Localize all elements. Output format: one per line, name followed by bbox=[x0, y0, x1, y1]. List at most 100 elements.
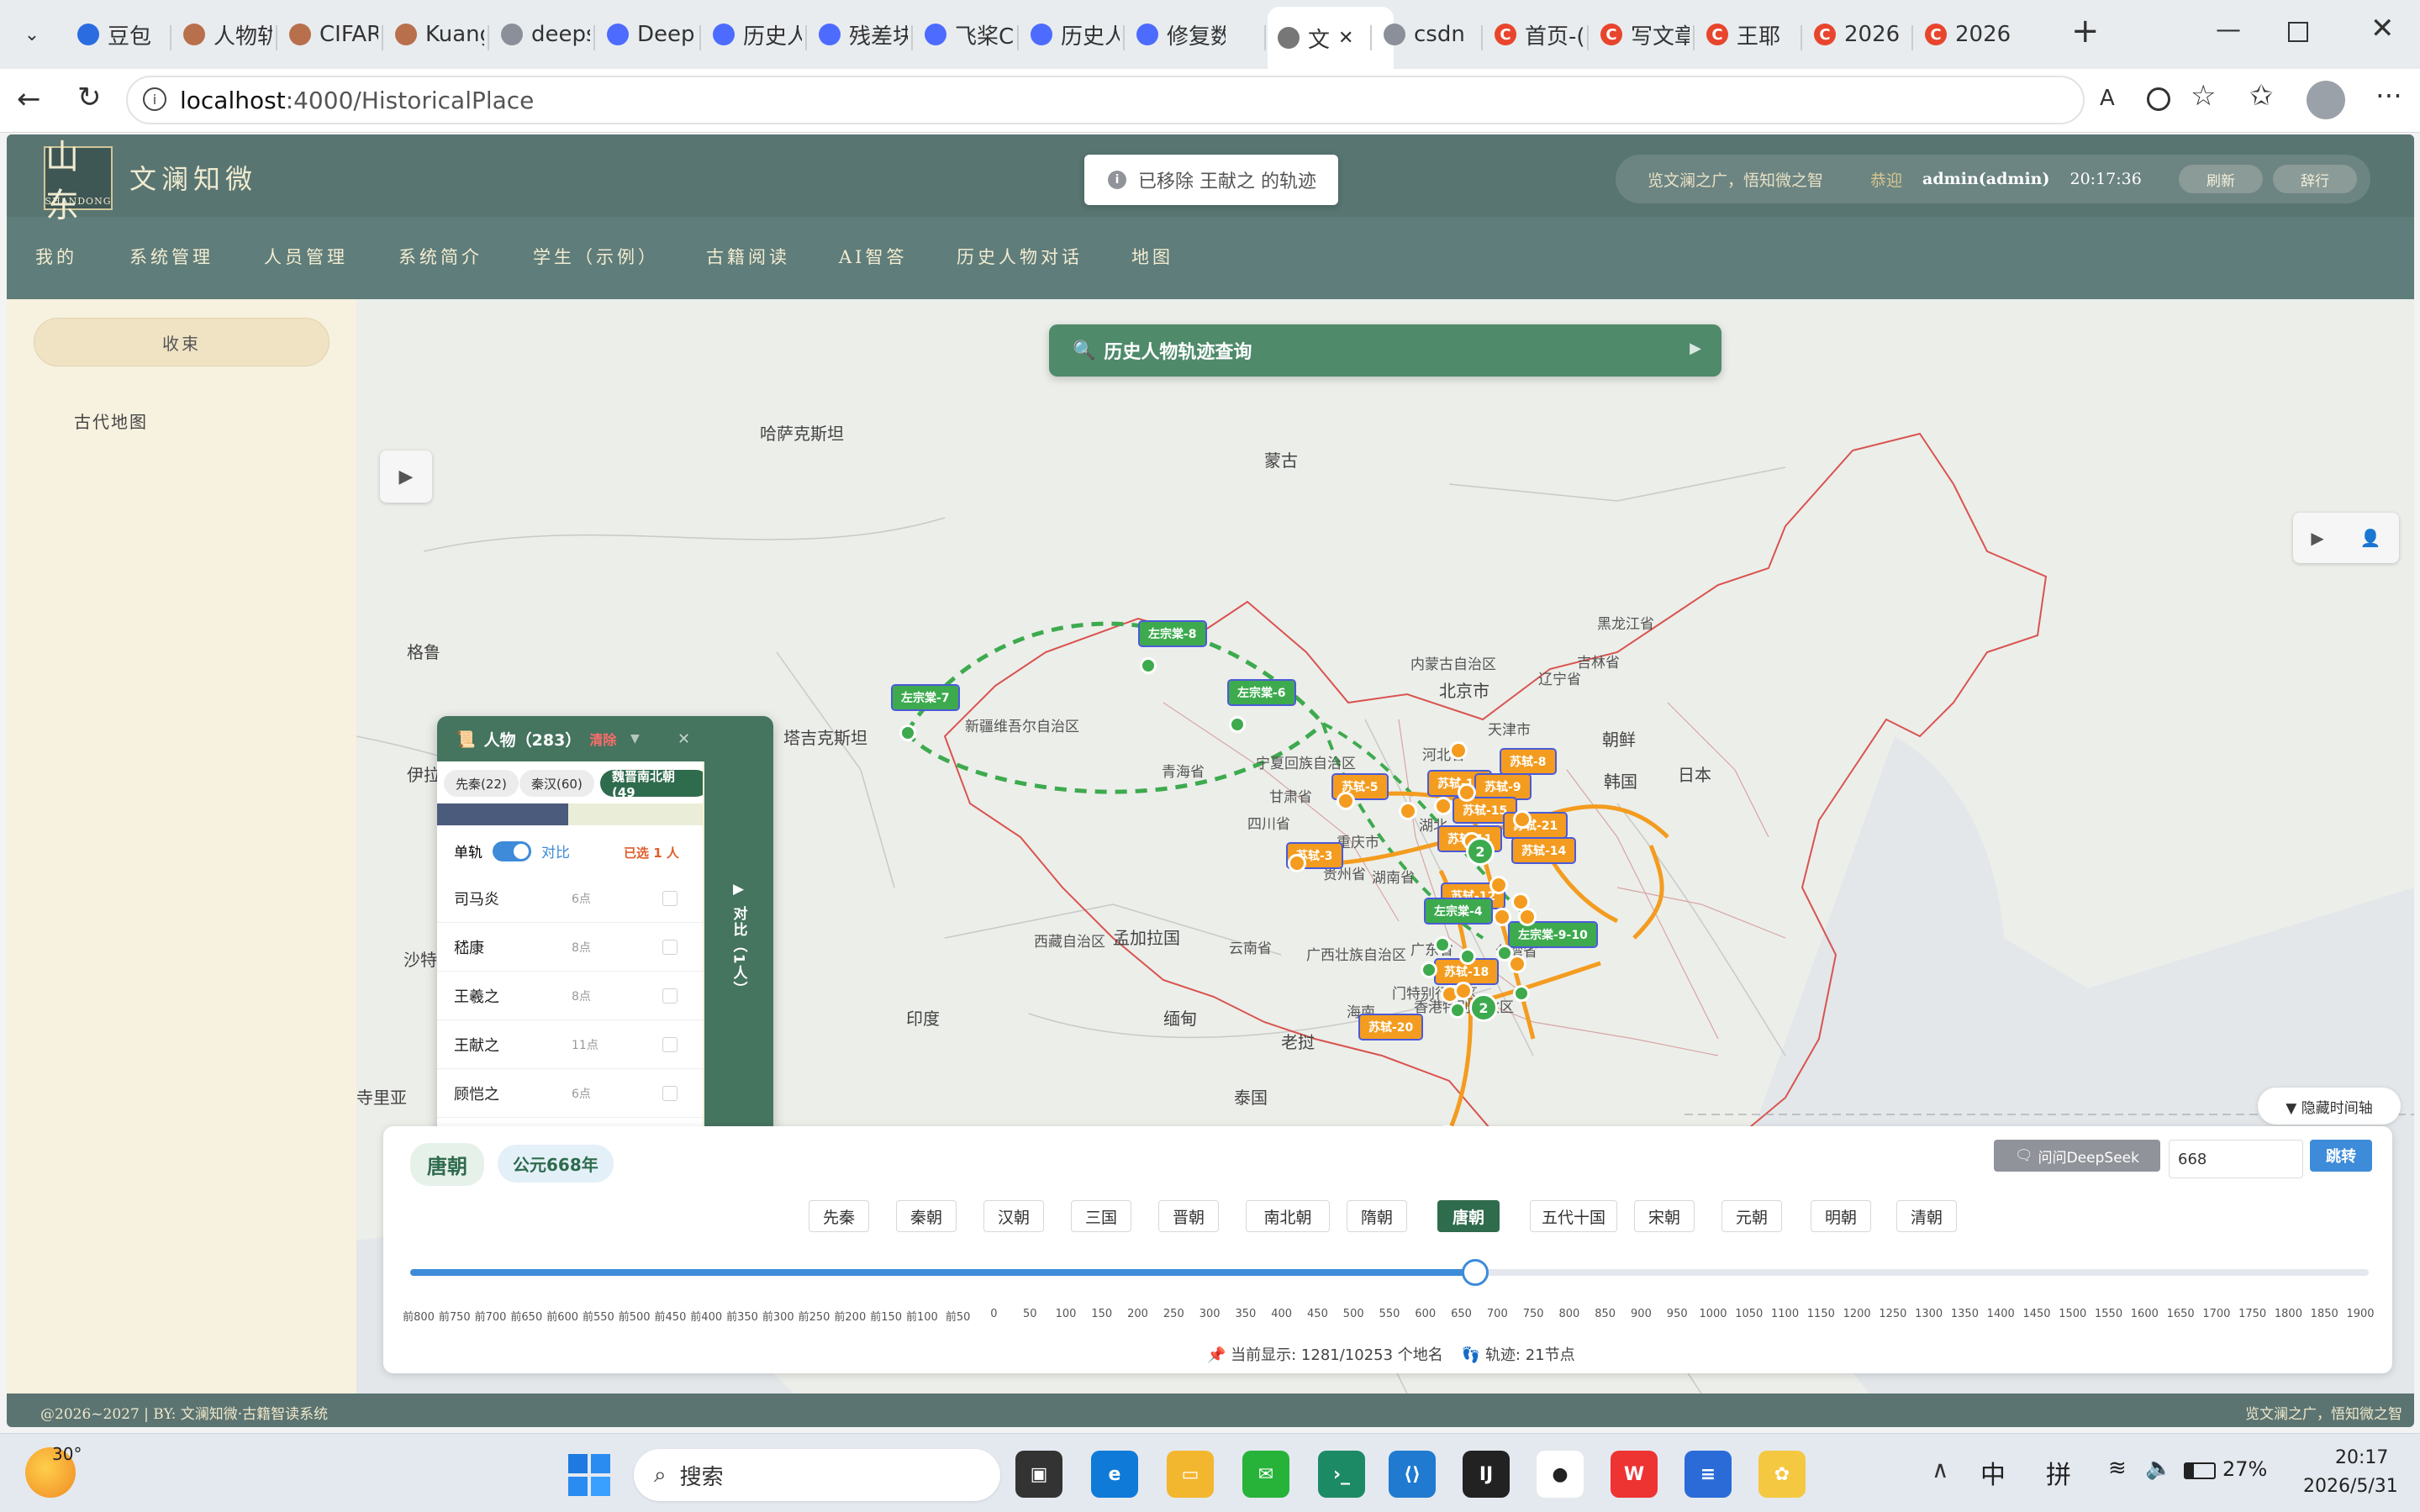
wifi-icon[interactable]: ≋ bbox=[2108, 1456, 2127, 1481]
dynasty-button[interactable]: 元朝 bbox=[1721, 1200, 1782, 1232]
app-icon[interactable]: ✿ bbox=[1758, 1451, 1806, 1498]
filter-icon[interactable]: ▼ bbox=[630, 732, 640, 745]
person-row[interactable]: 王献之 11点 bbox=[437, 1020, 703, 1069]
browser-tab[interactable]: 历史人 bbox=[703, 8, 802, 61]
track-marker[interactable]: 苏轼-20 bbox=[1358, 1014, 1424, 1040]
nav-item[interactable]: 学生（示例） bbox=[533, 244, 659, 269]
refresh-button[interactable]: 刷新 bbox=[2179, 165, 2263, 193]
file-explorer-icon[interactable]: ▭ bbox=[1167, 1451, 1214, 1498]
dynasty-button[interactable]: 汉朝 bbox=[983, 1200, 1044, 1232]
route-point[interactable] bbox=[1493, 908, 1511, 926]
nav-item[interactable]: 我的 bbox=[35, 244, 77, 269]
track-marker[interactable]: 苏轼-9 bbox=[1474, 773, 1532, 800]
dynasty-button[interactable]: 先秦 bbox=[809, 1200, 869, 1232]
edge-icon[interactable]: e bbox=[1091, 1451, 1138, 1498]
track-marker[interactable]: 左宗棠-4 bbox=[1424, 898, 1493, 925]
browser-tab[interactable]: DeepS bbox=[597, 8, 696, 61]
person-row[interactable]: 顾恺之 6点 bbox=[437, 1069, 703, 1118]
nav-item[interactable]: 古籍阅读 bbox=[706, 244, 790, 269]
route-point[interactable] bbox=[1288, 854, 1306, 872]
dynasty-filter-tab[interactable]: 先秦(22) bbox=[444, 770, 519, 797]
expand-arrow-icon[interactable]: ▶ bbox=[1690, 340, 1701, 357]
person-checkbox[interactable] bbox=[662, 988, 677, 1004]
route-point[interactable] bbox=[1518, 908, 1537, 926]
task-view-icon[interactable]: ▣ bbox=[1015, 1451, 1062, 1498]
play-icon[interactable]: ▶ bbox=[2311, 528, 2323, 548]
minimize-icon[interactable]: — bbox=[2216, 15, 2241, 45]
dynasty-button[interactable]: 宋朝 bbox=[1634, 1200, 1695, 1232]
track-marker[interactable]: 苏轼-8 bbox=[1500, 748, 1557, 775]
person-checkbox[interactable] bbox=[662, 890, 677, 906]
dynasty-button[interactable]: 唐朝 bbox=[1437, 1200, 1500, 1232]
track-marker[interactable]: 左宗棠-9-10 bbox=[1508, 921, 1598, 948]
vscode-icon[interactable]: ⟨⟩ bbox=[1389, 1451, 1436, 1498]
close-icon[interactable]: ✕ bbox=[677, 730, 690, 748]
route-point[interactable] bbox=[1434, 797, 1453, 815]
person-checkbox[interactable] bbox=[662, 1036, 677, 1052]
person-row[interactable]: 司马炎 6点 bbox=[437, 874, 703, 923]
dynasty-button[interactable]: 五代十国 bbox=[1530, 1200, 1617, 1232]
translate-icon[interactable]: A bbox=[2100, 86, 2115, 111]
nav-item[interactable]: 人员管理 bbox=[264, 244, 348, 269]
dynasty-button[interactable]: 隋朝 bbox=[1347, 1200, 1407, 1232]
browser-tab[interactable]: csdn bbox=[1373, 8, 1473, 61]
logout-button[interactable]: 辞行 bbox=[2273, 165, 2357, 193]
nav-item[interactable]: 历史人物对话 bbox=[957, 244, 1083, 269]
start-icon[interactable] bbox=[568, 1454, 610, 1496]
ask-deepseek-button[interactable]: 🗨 问问DeepSeek bbox=[1994, 1140, 2160, 1172]
person-row[interactable]: 王羲之 8点 bbox=[437, 972, 703, 1020]
nav-item[interactable]: 系统管理 bbox=[129, 244, 214, 269]
tray-chevron-icon[interactable]: ∧ bbox=[1932, 1456, 1949, 1483]
back-icon[interactable]: ← bbox=[17, 82, 41, 116]
cluster-badge[interactable]: 2 bbox=[1469, 993, 1498, 1022]
browser-tab[interactable]: 豆包 bbox=[67, 8, 166, 61]
browser-tab[interactable]: 残差块 bbox=[809, 8, 908, 61]
browser-tab[interactable]: C 2026 bbox=[1915, 8, 2014, 61]
route-point[interactable] bbox=[1337, 792, 1355, 810]
dynasty-button[interactable]: 清朝 bbox=[1896, 1200, 1957, 1232]
map-view[interactable]: 哈萨克斯坦 蒙古 新疆维吾尔自治区 塔吉克斯坦 青海省 西藏自治区 甘肃省 宁夏回族自治区 内蒙… bbox=[356, 299, 2414, 1393]
browser-tab[interactable]: Kuang bbox=[385, 8, 484, 61]
more-menu-icon[interactable]: ⋯ bbox=[2375, 79, 2402, 111]
hide-timeline-button[interactable]: ▼ 隐藏时间轴 bbox=[2258, 1088, 2401, 1125]
route-point[interactable] bbox=[1454, 982, 1473, 1000]
browser-tab[interactable]: 人物轨 bbox=[173, 8, 272, 61]
close-window-icon[interactable]: ✕ bbox=[2370, 12, 2395, 45]
terminal-icon[interactable]: ›_ bbox=[1318, 1451, 1365, 1498]
url-field[interactable]: i localhost:4000/HistoricalPlace A bbox=[126, 76, 2115, 124]
track-marker[interactable]: 左宗棠-7 bbox=[891, 684, 960, 711]
reload-icon[interactable]: ↻ bbox=[77, 81, 102, 114]
route-point[interactable] bbox=[1513, 985, 1530, 1002]
person-row[interactable]: 嵇康 8点 bbox=[437, 923, 703, 972]
route-point[interactable] bbox=[1449, 741, 1468, 760]
browser-tab[interactable]: 历史人 bbox=[1020, 8, 1120, 61]
route-point[interactable] bbox=[1140, 657, 1157, 674]
route-point[interactable] bbox=[899, 724, 916, 741]
browser-tab[interactable]: C 写文章 bbox=[1590, 8, 1690, 61]
nav-item[interactable]: 系统简介 bbox=[398, 244, 482, 269]
year-input[interactable] bbox=[2169, 1140, 2303, 1178]
track-marker[interactable]: 左宗棠-8 bbox=[1138, 620, 1207, 647]
zoom-out-icon[interactable] bbox=[2147, 87, 2170, 111]
route-point[interactable] bbox=[1489, 876, 1508, 894]
intellij-icon[interactable]: IJ bbox=[1463, 1451, 1510, 1498]
dynasty-button[interactable]: 三国 bbox=[1071, 1200, 1131, 1232]
person-icon[interactable]: 👤 bbox=[2360, 528, 2381, 548]
nav-item[interactable]: AI智答 bbox=[839, 244, 907, 269]
mode-switch[interactable] bbox=[493, 840, 531, 861]
new-tab-button[interactable]: + bbox=[2071, 12, 2100, 50]
restore-icon[interactable] bbox=[2288, 22, 2308, 42]
cluster-badge[interactable]: 2 bbox=[1466, 837, 1495, 866]
ime-pinyin[interactable]: 拼 bbox=[2046, 1454, 2071, 1491]
site-info-icon[interactable]: i bbox=[143, 87, 166, 111]
sidebar-item-ancient-map[interactable]: 古代地图 bbox=[74, 408, 148, 433]
browser-tab[interactable]: deeps bbox=[491, 8, 590, 61]
close-tab-icon[interactable]: ✕ bbox=[1338, 28, 1353, 49]
favorite-star-icon[interactable]: ☆ bbox=[2191, 79, 2216, 113]
route-point[interactable] bbox=[1421, 961, 1437, 978]
favorites-list-icon[interactable]: ✩ bbox=[2249, 79, 2274, 113]
dynasty-button[interactable]: 明朝 bbox=[1811, 1200, 1871, 1232]
clear-button[interactable]: 清除 bbox=[589, 729, 616, 749]
route-point[interactable] bbox=[1434, 936, 1451, 953]
person-checkbox[interactable] bbox=[662, 939, 677, 955]
